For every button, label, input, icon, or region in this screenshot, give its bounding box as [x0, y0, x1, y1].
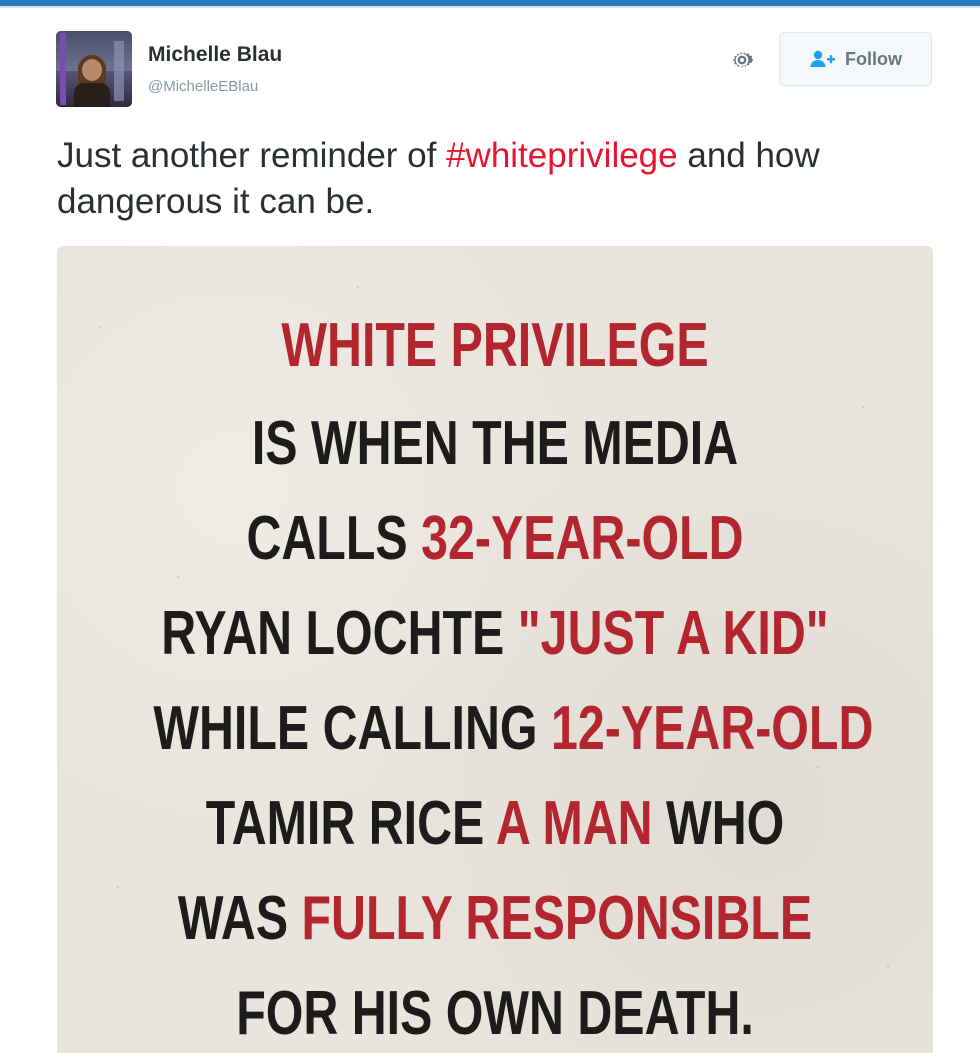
- add-user-icon: [810, 50, 835, 67]
- poster-text: WAS: [177, 884, 302, 953]
- poster-line-6: TAMIR RICE A MAN WHO: [153, 788, 836, 860]
- paper-speck: [817, 766, 819, 768]
- avatar[interactable]: [56, 31, 132, 107]
- poster-text-highlight: FULLY RESPONSIBLE: [301, 884, 813, 953]
- display-name[interactable]: Michelle Blau: [148, 43, 282, 67]
- poster-text: FOR HIS OWN DEATH.: [236, 979, 754, 1048]
- avatar-stripe-right: [114, 41, 124, 101]
- tweet-image[interactable]: WHITE PRIVILEGE IS WHEN THE MEDIA CALLS …: [57, 246, 933, 1053]
- poster-text: TAMIR RICE: [205, 789, 496, 858]
- poster-text: CALLS: [246, 504, 422, 573]
- poster-line-3: CALLS 32-YEAR-OLD: [153, 503, 836, 575]
- hashtag-link[interactable]: #whiteprivilege: [446, 136, 678, 175]
- poster-line-4: RYAN LOCHTE "JUST A KID": [153, 598, 836, 670]
- user-handle[interactable]: @MichelleEBlau: [148, 78, 258, 95]
- poster-text-highlight: "JUST A KID": [517, 599, 829, 668]
- avatar-face: [82, 59, 102, 81]
- avatar-stripe-left: [60, 33, 66, 105]
- top-accent-shadow: [0, 6, 980, 8]
- tweet-text-before: Just another reminder of: [57, 136, 447, 175]
- poster-line-2: IS WHEN THE MEDIA: [153, 408, 836, 480]
- tweet-text: Just another reminder of #whiteprivilege…: [57, 133, 937, 225]
- follow-button-label: Follow: [845, 48, 902, 69]
- poster-text: WHITE PRIVILEGE: [281, 311, 709, 380]
- poster-text: RYAN LOCHTE: [161, 599, 518, 668]
- poster-line-5: WHILE CALLING 12-YEAR-OLD: [153, 693, 873, 765]
- poster-text: WHO: [652, 789, 785, 858]
- paper-speck: [357, 286, 359, 288]
- poster-text-highlight: 12-YEAR-OLD: [550, 694, 874, 763]
- paper-speck: [177, 576, 179, 578]
- paper-speck: [862, 406, 864, 408]
- poster-line-8: FOR HIS OWN DEATH.: [153, 978, 836, 1050]
- gear-icon[interactable]: [728, 46, 756, 74]
- follow-button[interactable]: Follow: [779, 32, 932, 86]
- paper-speck: [117, 886, 119, 888]
- poster-line-1: WHITE PRIVILEGE: [153, 310, 836, 382]
- poster-line-7: WAS FULLY RESPONSIBLE: [153, 883, 836, 955]
- poster-text-highlight: 32-YEAR-OLD: [421, 504, 744, 573]
- poster-text: IS WHEN THE MEDIA: [251, 409, 739, 478]
- poster-text-highlight: A MAN: [495, 789, 653, 858]
- paper-speck: [99, 326, 101, 328]
- avatar-body: [74, 83, 110, 107]
- poster-text: WHILE CALLING: [153, 694, 551, 763]
- paper-speck: [887, 966, 889, 968]
